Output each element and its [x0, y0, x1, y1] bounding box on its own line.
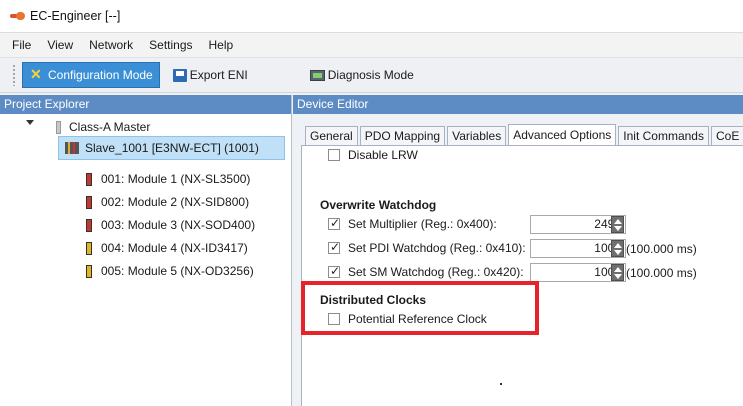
tree-item-slave[interactable]: Slave_1001 [E3NW-ECT] (1001): [58, 136, 285, 160]
set-multiplier-label: Set Multiplier (Reg.: 0x400):: [348, 217, 497, 231]
module-label: 001: Module 1 (NX-SL3500): [101, 172, 251, 186]
pdi-watchdog-spinner[interactable]: [611, 240, 624, 257]
tree-item-module-4[interactable]: 004: Module 4 (NX-ID3417): [86, 238, 248, 258]
io-module-icon: [86, 241, 92, 255]
module-label: 003: Module 3 (NX-SOD400): [101, 218, 256, 232]
menu-help[interactable]: Help: [201, 38, 242, 52]
tab-general[interactable]: General: [305, 126, 358, 146]
device-editor-tabs: General PDO Mapping Variables Advanced O…: [305, 124, 743, 146]
configuration-tools-icon: [29, 66, 45, 83]
tab-coe[interactable]: CoE: [710, 126, 743, 146]
diagnosis-mode-button[interactable]: Diagnosis Mode: [303, 62, 421, 88]
stray-dot: [500, 383, 502, 385]
save-disk-icon: [172, 68, 187, 82]
menu-view[interactable]: View: [39, 38, 81, 52]
set-pdi-watchdog-checkbox[interactable]: [328, 240, 340, 254]
app-logo-icon: [10, 11, 26, 21]
monitor-icon: [309, 69, 325, 81]
slave-device-icon: [65, 142, 79, 154]
io-module-icon: [86, 195, 92, 209]
set-sm-watchdog-checkbox[interactable]: [328, 264, 340, 278]
pdi-watchdog-unit: (100.000 ms): [626, 242, 697, 256]
module-label: 002: Module 2 (NX-SID800): [101, 195, 250, 209]
overwrite-watchdog-title: Overwrite Watchdog: [320, 198, 437, 212]
configuration-mode-button[interactable]: Configuration Mode: [22, 62, 160, 88]
set-sm-watchdog-label: Set SM Watchdog (Reg.: 0x420):: [348, 265, 524, 279]
tab-pdo-mapping[interactable]: PDO Mapping: [359, 126, 446, 146]
tree-item-master[interactable]: Class-A Master: [56, 117, 150, 137]
io-module-icon: [86, 172, 92, 186]
multiplier-spinner[interactable]: [611, 216, 624, 233]
tab-variables[interactable]: Variables: [447, 126, 507, 146]
menu-bar: File View Network Settings Help: [0, 33, 743, 57]
tree-item-module-3[interactable]: 003: Module 3 (NX-SOD400): [86, 215, 255, 235]
io-module-icon: [86, 218, 92, 232]
set-multiplier-option[interactable]: Set Multiplier (Reg.: 0x400):: [328, 216, 497, 231]
diagnosis-mode-label: Diagnosis Mode: [327, 68, 414, 82]
disable-lrw-checkbox[interactable]: [328, 149, 340, 161]
io-module-icon: [86, 264, 92, 278]
sm-watchdog-spinner[interactable]: [611, 264, 624, 281]
configuration-mode-label: Configuration Mode: [48, 68, 153, 82]
sm-watchdog-unit: (100.000 ms): [626, 266, 697, 280]
project-explorer-panel: Project Explorer Class-A Master Slave_10…: [0, 95, 292, 406]
window-title: EC-Engineer [--]: [30, 9, 121, 23]
export-eni-button[interactable]: Export ENI: [166, 62, 255, 88]
menu-settings[interactable]: Settings: [141, 38, 200, 52]
module-label: 005: Module 5 (NX-OD3256): [101, 264, 254, 278]
toolbar: Configuration Mode Export ENI Diagnosis …: [0, 57, 743, 93]
tree-item-module-5[interactable]: 005: Module 5 (NX-OD3256): [86, 261, 254, 281]
set-pdi-watchdog-label: Set PDI Watchdog (Reg.: 0x410):: [348, 241, 526, 255]
collapse-arrow-icon[interactable]: [26, 120, 34, 125]
set-pdi-watchdog-option[interactable]: Set PDI Watchdog (Reg.: 0x410):: [328, 240, 526, 255]
tab-advanced-options[interactable]: Advanced Options: [508, 124, 617, 146]
export-eni-label: Export ENI: [189, 68, 248, 82]
tree-item-module-2[interactable]: 002: Module 2 (NX-SID800): [86, 192, 249, 212]
project-explorer-header: Project Explorer: [0, 95, 291, 114]
slave-label: Slave_1001 [E3NW-ECT] (1001): [85, 141, 259, 155]
tree-item-module-1[interactable]: 001: Module 1 (NX-SL3500): [86, 169, 250, 189]
device-editor-header: Device Editor: [293, 95, 743, 114]
tab-init-commands[interactable]: Init Commands: [618, 126, 709, 146]
master-label: Class-A Master: [69, 120, 151, 134]
menu-file[interactable]: File: [4, 38, 39, 52]
set-multiplier-checkbox[interactable]: [328, 216, 340, 230]
set-sm-watchdog-option[interactable]: Set SM Watchdog (Reg.: 0x420):: [328, 264, 524, 279]
toolbar-grip[interactable]: [12, 64, 16, 86]
title-bar: EC-Engineer [--]: [0, 0, 743, 33]
menu-network[interactable]: Network: [81, 38, 141, 52]
master-device-icon: [56, 120, 61, 134]
disable-lrw-label: Disable LRW: [348, 148, 418, 162]
highlight-annotation-box: [301, 281, 539, 335]
disable-lrw-option[interactable]: Disable LRW: [328, 148, 418, 162]
module-label: 004: Module 4 (NX-ID3417): [101, 241, 248, 255]
